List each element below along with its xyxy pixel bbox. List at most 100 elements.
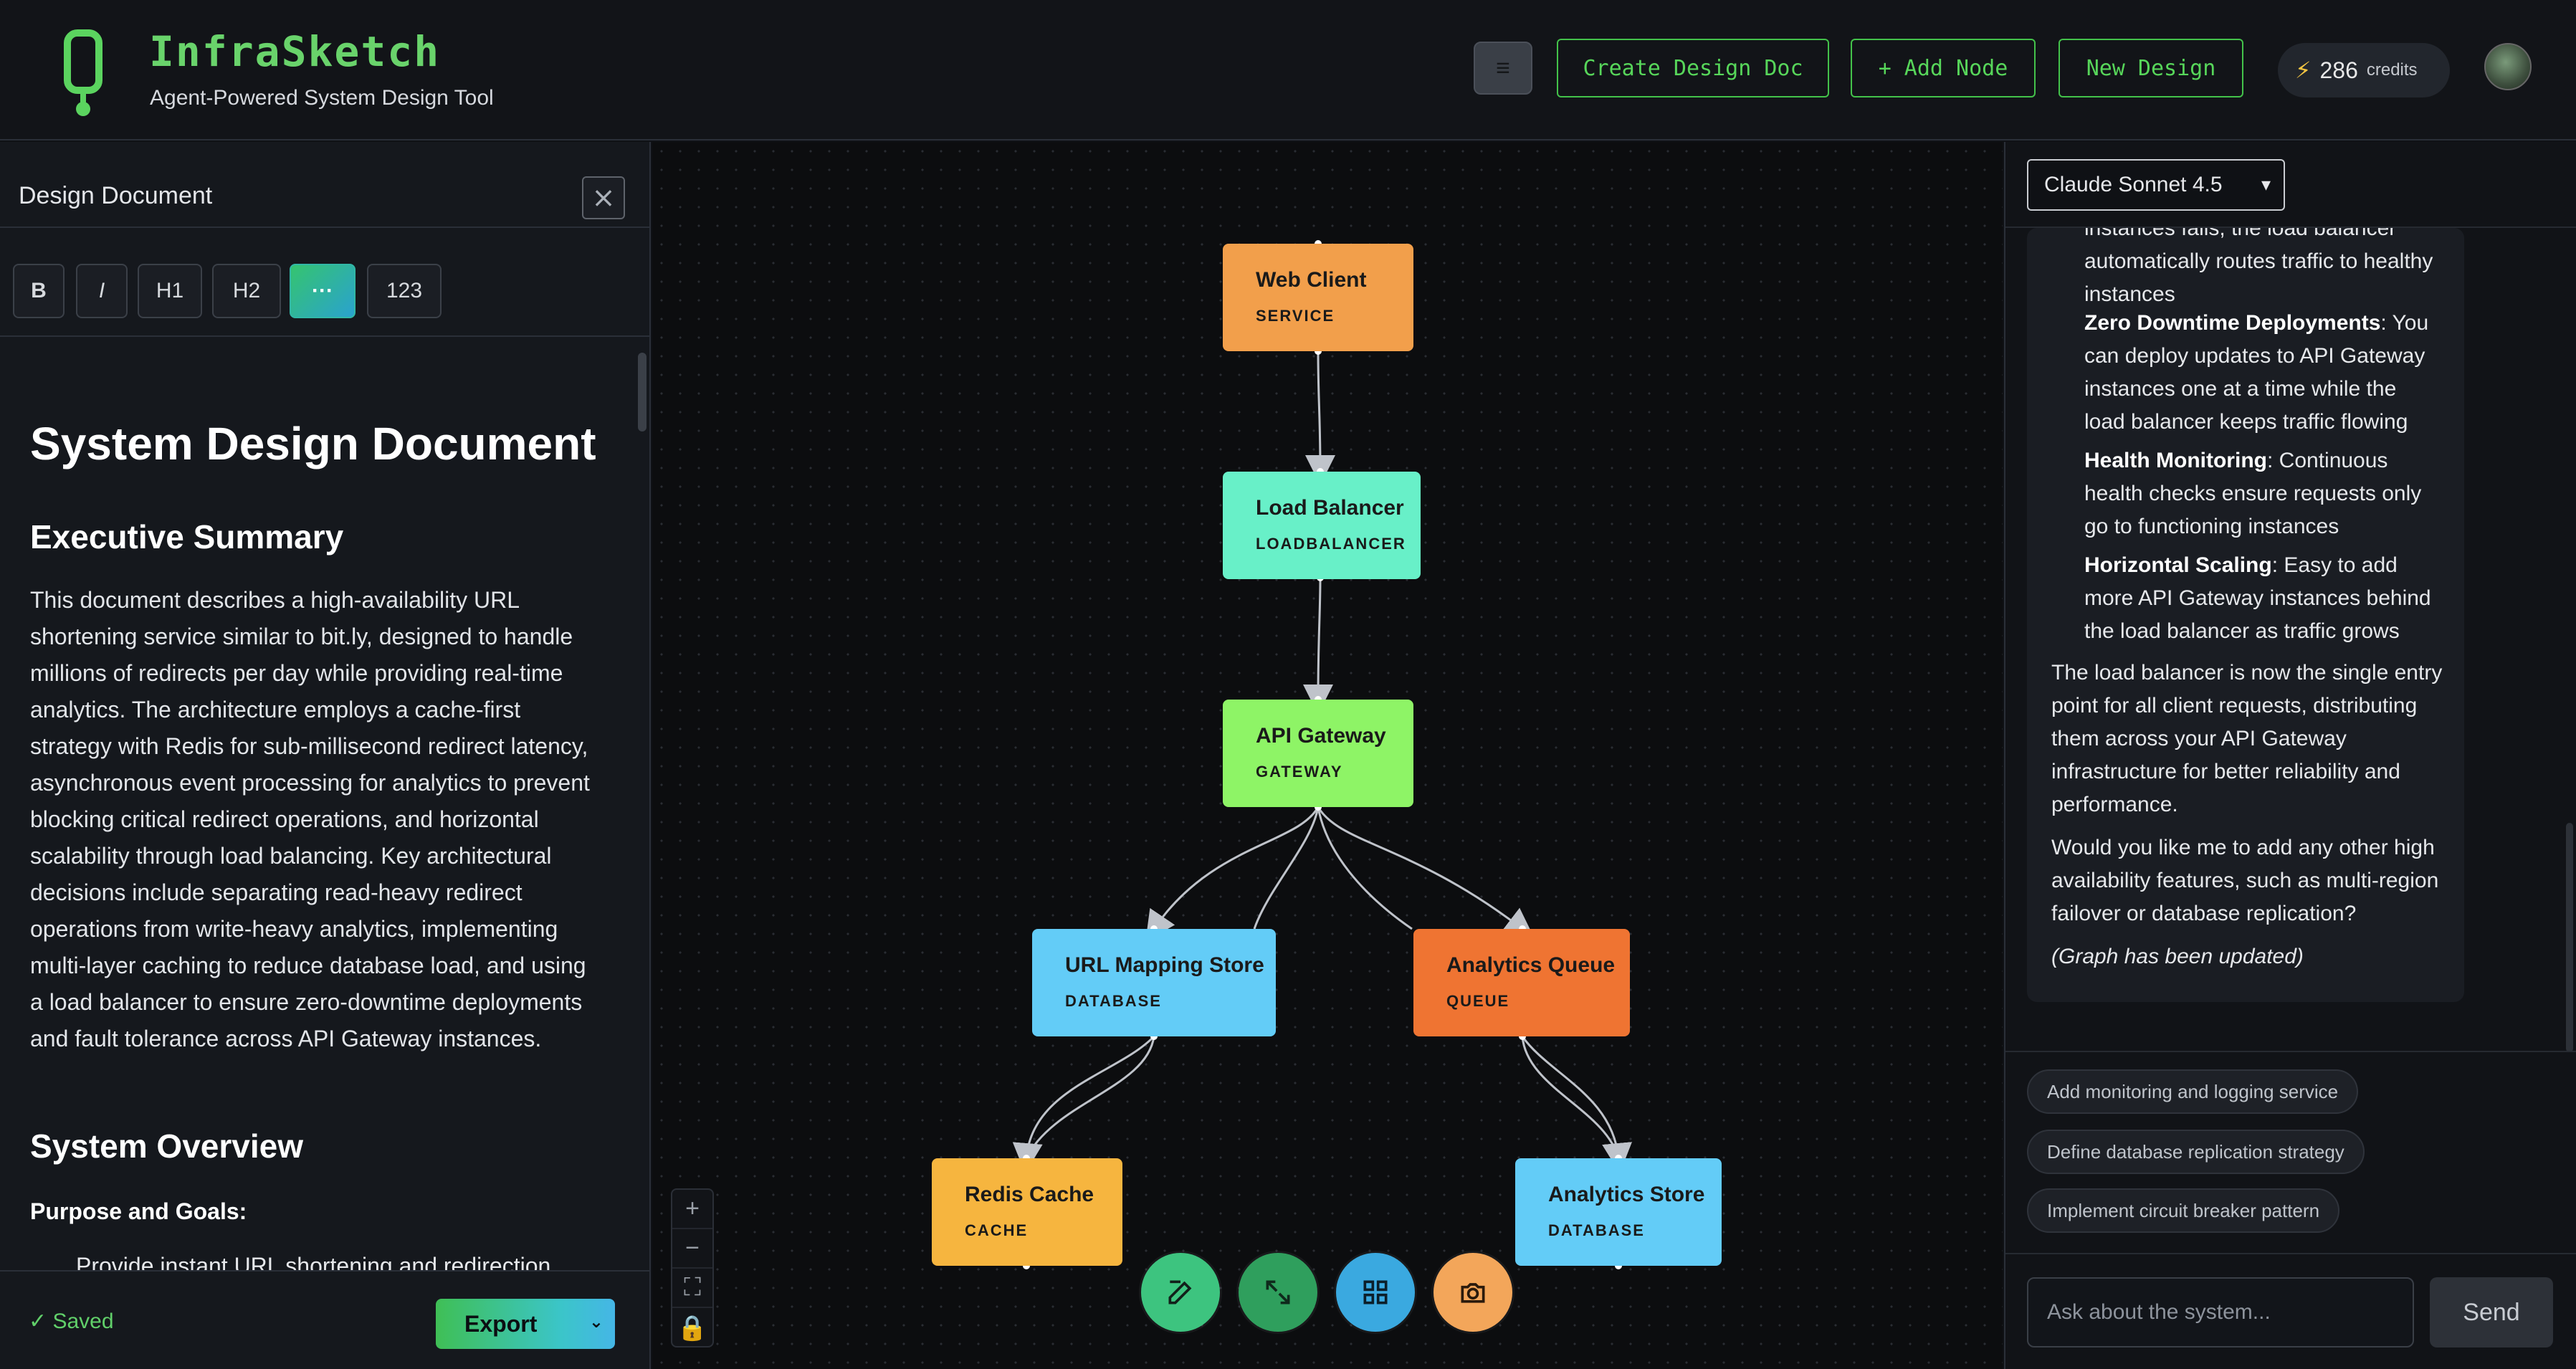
- chat-bullet: Health Monitoring: Continuous health che…: [2084, 444, 2443, 543]
- node-api-gateway[interactable]: API Gateway GATEWAY: [1223, 700, 1413, 807]
- credits-label: credits: [2366, 60, 2418, 80]
- chat-paragraph: The load balancer is now the single entr…: [2051, 661, 2443, 816]
- app-tagline: Agent-Powered System Design Tool: [150, 86, 494, 110]
- edit-icon: [1168, 1280, 1192, 1304]
- close-icon: ⨯: [591, 182, 616, 214]
- chat-line: instances fails, the load balancer autom…: [2084, 228, 2433, 306]
- node-type: DATABASE: [1548, 1221, 1645, 1239]
- chat-message: instances fails, the load balancer autom…: [2027, 228, 2464, 1002]
- infrasketch-logo-icon: [64, 29, 102, 116]
- edge-aq-astore-1: [1521, 1036, 1632, 1173]
- node-type: CACHE: [965, 1221, 1029, 1239]
- bullet-title: Health Monitoring: [2084, 449, 2267, 472]
- chat-scrollbar[interactable]: [2566, 823, 2573, 1052]
- edge-gw-aq-1: [1317, 806, 1535, 938]
- numbered-list-button[interactable]: 123: [367, 264, 442, 318]
- suggestion-chip[interactable]: Define database replication strategy: [2027, 1130, 2365, 1174]
- chevron-down-icon: ▾: [2261, 173, 2271, 195]
- export-label: Export: [464, 1310, 538, 1337]
- grid-button[interactable]: [1336, 1253, 1415, 1332]
- node-load-balancer[interactable]: Load Balancer LOADBALANCER: [1223, 472, 1421, 579]
- executive-summary-text: This document describes a high-availabil…: [30, 587, 590, 1051]
- top-bar: InfraSketch Agent-Powered System Design …: [0, 0, 2576, 140]
- node-title: Analytics Queue: [1446, 953, 1616, 977]
- purpose-goals-heading: Purpose and Goals:: [30, 1198, 247, 1224]
- node-url-mapping-store[interactable]: URL Mapping Store DATABASE: [1032, 929, 1276, 1036]
- chevron-down-icon[interactable]: ⌄: [589, 1312, 604, 1332]
- h1-button[interactable]: H1: [138, 264, 202, 318]
- h2-button[interactable]: H2: [212, 264, 281, 318]
- node-type: GATEWAY: [1256, 763, 1343, 781]
- design-document-panel: Design Document ⨯ B I H1 H2 ··· 123 Syst…: [0, 142, 651, 1369]
- chat-input[interactable]: Ask about the system...: [2027, 1277, 2414, 1347]
- edge-gw-aq-2: [1317, 806, 1413, 930]
- send-button[interactable]: Send: [2430, 1277, 2553, 1347]
- goal-list-item: Provide instant URL shortening and redir…: [76, 1253, 551, 1270]
- document-title: System Design Document: [30, 418, 596, 469]
- credits-value: 286: [2319, 57, 2358, 83]
- app-name: InfraSketch: [149, 27, 441, 76]
- document-editor[interactable]: System Design Document Executive Summary…: [0, 338, 651, 1270]
- fit-view-button[interactable]: ⛶: [672, 1269, 712, 1308]
- chat-panel: Claude Sonnet 4.5 ▾ instances fails, the…: [2004, 142, 2576, 1369]
- saved-status: ✓ Saved: [29, 1310, 114, 1333]
- model-selected: Claude Sonnet 4.5: [2044, 173, 2223, 196]
- export-button[interactable]: Export ⌄: [436, 1299, 615, 1349]
- chat-bullet: Zero Downtime Deployments: You can deplo…: [2084, 307, 2443, 439]
- menu-button[interactable]: ≡: [1474, 42, 1532, 95]
- edge-url-redis-1: [1012, 1035, 1155, 1173]
- graph-canvas[interactable]: Web Client SERVICE Load Balancer LOADBAL…: [652, 142, 2003, 1369]
- edge-lb-gw: [1303, 577, 1334, 715]
- bold-button[interactable]: B: [13, 264, 65, 318]
- suggestion-chip[interactable]: Add monitoring and logging service: [2027, 1069, 2359, 1114]
- edit-button[interactable]: [1141, 1253, 1220, 1332]
- zoom-in-button[interactable]: +: [672, 1190, 712, 1229]
- zoom-controls: + − ⛶ 🔒: [671, 1188, 714, 1347]
- suggestion-chip[interactable]: Implement circuit breaker pattern: [2027, 1188, 2340, 1233]
- edge-url-redis-2: [1025, 1036, 1155, 1159]
- document-scrollbar[interactable]: [638, 353, 647, 431]
- system-overview-heading: System Overview: [30, 1127, 304, 1165]
- camera-icon: [1461, 1283, 1485, 1303]
- grid-icon: [1363, 1280, 1388, 1304]
- node-web-client[interactable]: Web Client SERVICE: [1223, 244, 1413, 351]
- chat-paragraph: Would you like me to add any other high …: [2051, 836, 2439, 925]
- node-title: Load Balancer: [1256, 496, 1404, 520]
- brand: InfraSketch Agent-Powered System Design …: [54, 22, 556, 122]
- node-type: DATABASE: [1065, 992, 1162, 1010]
- italic-button[interactable]: I: [76, 264, 128, 318]
- user-avatar[interactable]: [2484, 43, 2532, 90]
- node-redis-cache[interactable]: Redis Cache CACHE: [932, 1158, 1122, 1266]
- node-analytics-queue[interactable]: Analytics Queue QUEUE: [1413, 929, 1630, 1036]
- create-design-doc-button[interactable]: Create Design Doc: [1557, 39, 1829, 97]
- credits-badge[interactable]: ⚡ 286 credits: [2278, 43, 2450, 97]
- more-format-button[interactable]: ···: [290, 264, 356, 318]
- edge-aq-astore-2: [1521, 1036, 1620, 1159]
- node-analytics-store[interactable]: Analytics Store DATABASE: [1515, 1158, 1722, 1266]
- panel-title: Design Document: [19, 182, 213, 209]
- node-title: URL Mapping Store: [1065, 953, 1264, 977]
- zoom-out-button[interactable]: −: [672, 1229, 712, 1269]
- node-title: API Gateway: [1256, 724, 1386, 748]
- node-title: Analytics Store: [1548, 1183, 1705, 1206]
- panel-footer: ✓ Saved Export ⌄: [0, 1270, 651, 1369]
- add-node-button[interactable]: + Add Node: [1851, 39, 2036, 97]
- edge-web-lb: [1304, 350, 1335, 485]
- node-title: Web Client: [1256, 268, 1367, 292]
- lightning-icon: ⚡: [2295, 57, 2312, 83]
- chat-bullet: Horizontal Scaling: Easy to add more API…: [2084, 549, 2443, 648]
- route-icon: [1266, 1280, 1290, 1304]
- format-toolbar: B I H1 H2 ··· 123: [0, 228, 651, 337]
- lock-button[interactable]: 🔒: [672, 1308, 712, 1347]
- hamburger-icon: ≡: [1496, 54, 1510, 82]
- camera-button[interactable]: [1434, 1253, 1512, 1332]
- close-panel-button[interactable]: ⨯: [582, 176, 625, 219]
- node-type: QUEUE: [1446, 992, 1510, 1010]
- executive-summary-heading: Executive Summary: [30, 518, 344, 555]
- edge-gw-url-2: [1253, 806, 1320, 930]
- chat-note: (Graph has been updated): [2051, 945, 2304, 968]
- edge-gw-url-1: [1145, 806, 1320, 942]
- new-design-button[interactable]: New Design: [2059, 39, 2243, 97]
- model-select[interactable]: Claude Sonnet 4.5 ▾: [2027, 159, 2285, 211]
- layout-button[interactable]: [1239, 1253, 1317, 1332]
